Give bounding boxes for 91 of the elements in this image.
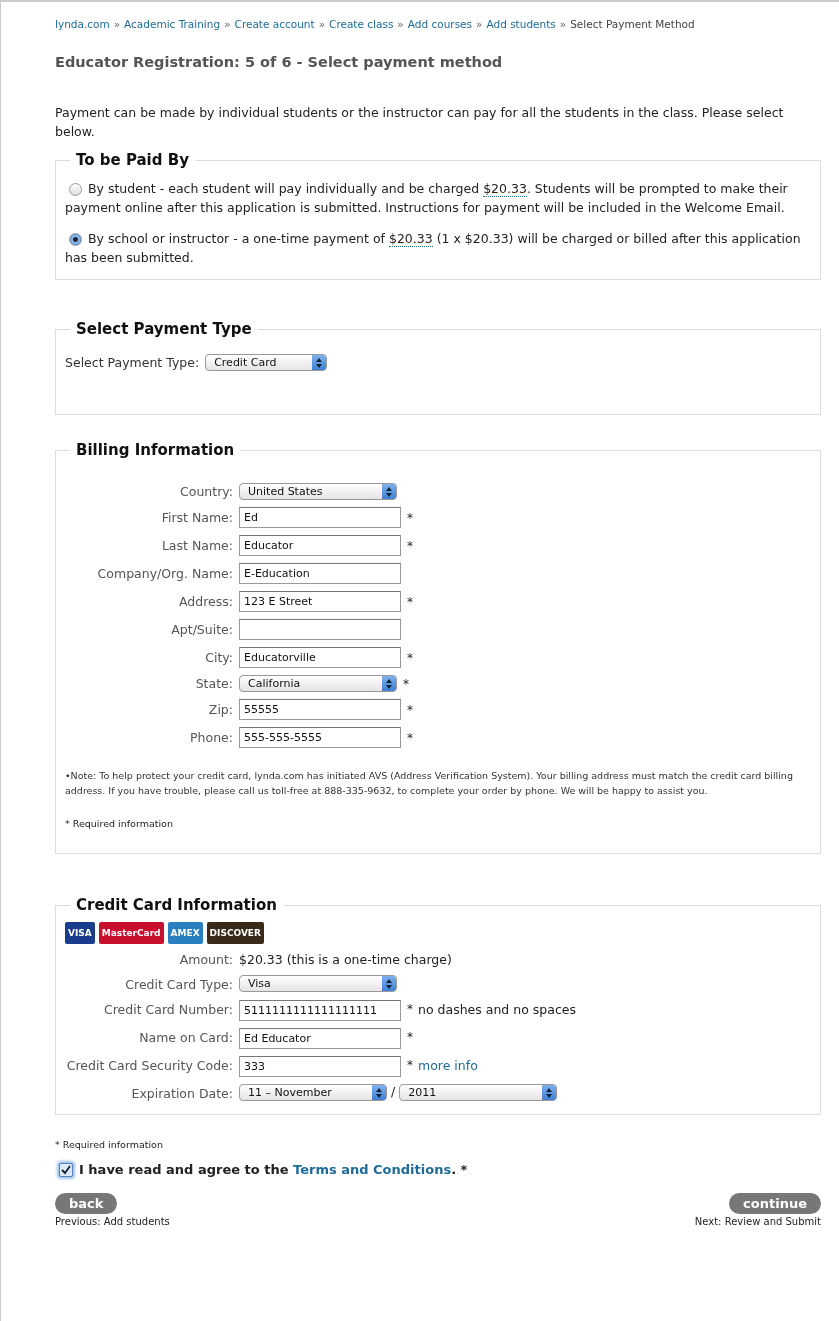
required-asterisk: *: [407, 730, 413, 745]
field-label: Name on Card:: [138, 1030, 234, 1046]
breadcrumb-link[interactable]: Academic Training: [124, 18, 221, 30]
previous-caption: Previous: Add students: [55, 1216, 170, 1227]
dropdown[interactable]: 11 – November: [239, 1084, 387, 1101]
text-field[interactable]: 555-555-5555: [239, 727, 401, 748]
breadcrumb-separator: »: [224, 18, 231, 30]
card-logo: VISA: [65, 922, 95, 944]
section-legend: Billing Information: [70, 441, 241, 459]
required-note: * Required information: [55, 1139, 164, 1150]
dropdown[interactable]: California: [239, 675, 397, 692]
text-field[interactable]: [239, 619, 401, 640]
required-asterisk: *: [407, 1002, 413, 1016]
section-legend: To be Paid By: [70, 151, 195, 169]
amount-value: $20.33 (this is a one-time charge): [239, 952, 452, 967]
dropdown[interactable]: Visa: [239, 975, 397, 992]
note-text: •Note: To help protect your credit card, lynda.com has initiated AVS (Address Verification System). Your billing address must match the credit card billing address. If you have trouble, please call us toll-free at 888-335-9632, to complete your order by phone. We will be happy to assist you.: [65, 769, 794, 798]
required-asterisk: *: [407, 702, 413, 717]
text-field[interactable]: 333: [239, 1056, 401, 1077]
checkbox[interactable]: [59, 1162, 73, 1177]
field-label: Credit Card Number:: [103, 1002, 234, 1018]
continue-button[interactable]: continue: [729, 1193, 821, 1214]
required-asterisk: *: [407, 1030, 413, 1044]
text-field[interactable]: Educatorville: [239, 647, 401, 668]
field-label: Country:: [179, 483, 234, 500]
breadcrumb-separator: »: [318, 18, 326, 30]
hint-text: no dashes and no spaces: [418, 1002, 576, 1017]
text-field[interactable]: Ed Educator: [239, 1028, 401, 1049]
field-label: Amount:: [178, 952, 234, 968]
breadcrumb-link[interactable]: Create account: [234, 18, 315, 30]
field-label: First Name:: [160, 509, 234, 526]
breadcrumb-link[interactable]: Create class: [329, 18, 394, 30]
card-logo: AMEX: [167, 922, 203, 944]
back-button[interactable]: back: [55, 1193, 118, 1214]
required-asterisk: *: [407, 1058, 413, 1072]
select-arrows-icon: [312, 355, 327, 370]
dropdown[interactable]: Credit Card: [205, 354, 328, 371]
required-note: * Required information: [65, 818, 174, 829]
breadcrumb-separator: »: [476, 18, 483, 30]
select-arrows-icon: [382, 976, 396, 991]
field-label: Apt/Suite:: [170, 621, 234, 638]
select-arrows-icon: [372, 1085, 386, 1100]
select-arrows-icon: [382, 676, 396, 691]
field-label: Last Name:: [160, 537, 234, 554]
required-asterisk: *: [407, 510, 413, 525]
agree-text: I have read and agree to the Terms and Conditions. *: [79, 1162, 468, 1177]
option-text: By school or instructor - a one-time payment of $20.33 (1 x $20.33) will be charged or billed after this application has been submitted.: [65, 230, 802, 267]
breadcrumb-separator: »: [559, 18, 567, 30]
page-title: Educator Registration: 5 of 6 - Select payment method: [55, 54, 504, 70]
field-label: Select Payment Type:: [65, 355, 200, 370]
text-field[interactable]: E-Education: [239, 563, 401, 584]
radio-button[interactable]: [69, 183, 82, 196]
field-label: State:: [194, 675, 234, 692]
text-field[interactable]: Educator: [239, 535, 401, 556]
date-separator: /: [391, 1084, 396, 1099]
radio-button[interactable]: [69, 233, 82, 246]
select-arrows-icon: [542, 1085, 557, 1100]
breadcrumb-link[interactable]: Add courses: [407, 18, 473, 30]
field-label: Expiration Date:: [130, 1086, 234, 1102]
text-field[interactable]: 5111111111111111111: [239, 1000, 401, 1021]
field-label: City:: [204, 649, 234, 666]
intro-text: Payment can be made by individual students or the instructor can pay for all the students in the class. Please select below.: [55, 104, 785, 141]
section-legend: Credit Card Information: [70, 896, 283, 914]
terms-link[interactable]: Terms and Conditions: [293, 1162, 452, 1177]
text-field[interactable]: 55555: [239, 699, 401, 720]
text-field[interactable]: 123 E Street: [239, 591, 401, 612]
option-text: By student - each student will pay individually and be charged $20.33. Students will be prompted to make their payment online after this application is submitted. Instructions for payment will be included in the Welcome Email.: [65, 180, 789, 217]
dropdown[interactable]: United States: [239, 483, 397, 500]
field-label: Company/Org. Name:: [96, 565, 234, 582]
dropdown[interactable]: 2011: [399, 1084, 558, 1101]
breadcrumb-link[interactable]: Add students: [486, 18, 556, 30]
field-label: Credit Card Type:: [124, 977, 234, 993]
field-label: Credit Card Security Code:: [65, 1058, 234, 1074]
card-logo: MasterCard: [98, 922, 164, 944]
breadcrumb-separator: »: [397, 18, 404, 30]
more-info-link[interactable]: more info: [418, 1058, 478, 1073]
card-logo: DISCOVER: [206, 922, 264, 944]
required-asterisk: *: [407, 538, 413, 553]
field-label: Address:: [178, 593, 234, 610]
breadcrumb-link[interactable]: lynda.com: [55, 18, 110, 30]
select-arrows-icon: [382, 484, 396, 499]
required-asterisk: *: [407, 594, 413, 609]
text-field[interactable]: Ed: [239, 507, 401, 528]
breadcrumb-separator: »: [113, 18, 121, 30]
current-page-label: Select Payment Method: [570, 18, 695, 30]
required-asterisk: *: [407, 650, 413, 665]
section-legend: Select Payment Type: [70, 320, 258, 338]
field-label: Phone:: [189, 729, 234, 746]
required-asterisk: *: [403, 676, 409, 691]
field-label: Zip:: [207, 701, 234, 718]
next-caption: Next: Review and Submit: [694, 1216, 821, 1227]
